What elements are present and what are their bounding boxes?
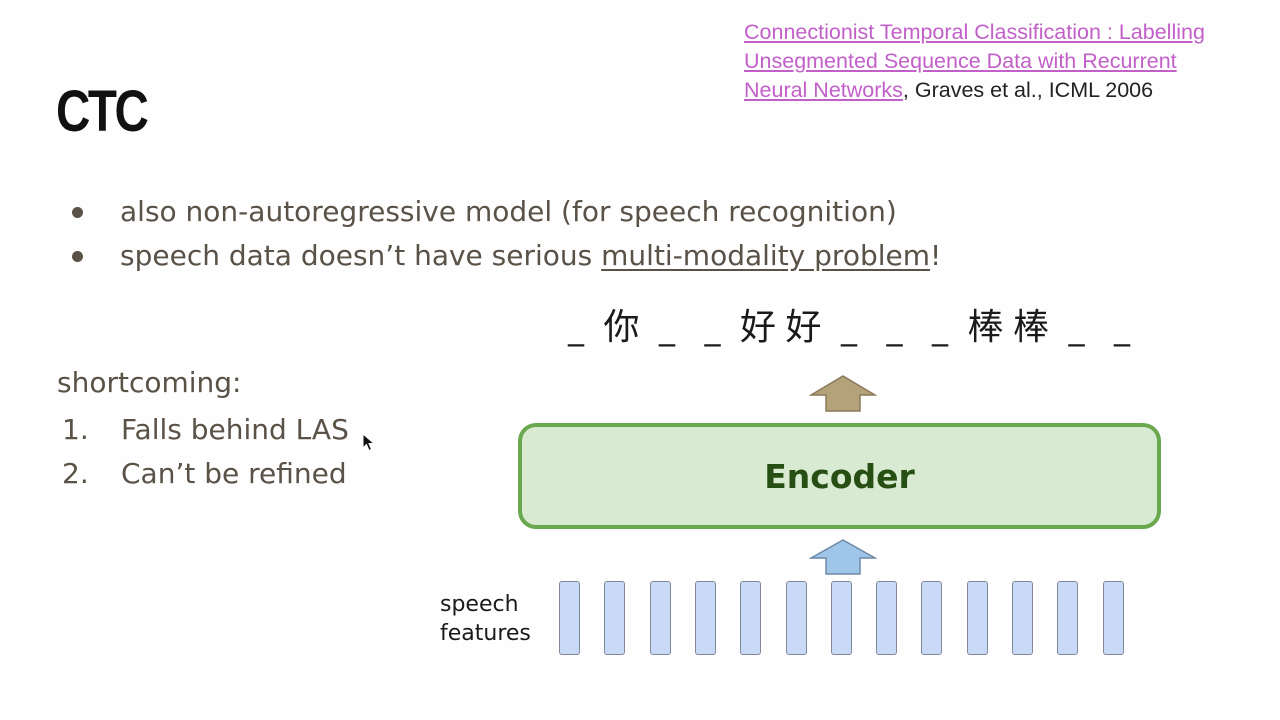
input-arrow-icon xyxy=(809,539,877,575)
encoder-label: Encoder xyxy=(764,456,915,496)
shortcoming-item: 1. Falls behind LAS xyxy=(62,408,349,452)
item-number: 1. xyxy=(62,413,89,446)
feature-vector xyxy=(921,581,943,655)
feature-vector xyxy=(740,581,762,655)
item-text: Can’t be refined xyxy=(121,457,347,490)
feature-vector xyxy=(785,581,807,655)
paper-reference: Connectionist Temporal Classification : … xyxy=(744,18,1264,105)
feature-vector xyxy=(876,581,898,655)
item-number: 2. xyxy=(62,457,89,490)
feature-vector xyxy=(649,581,671,655)
output-arrow-icon xyxy=(809,375,877,412)
output-token: _ xyxy=(1068,309,1085,347)
output-token: _ xyxy=(568,309,584,347)
bullet-dot-icon xyxy=(72,207,83,218)
item-text: Falls behind LAS xyxy=(121,413,349,446)
slide: CTC Connectionist Temporal Classificatio… xyxy=(0,0,1280,720)
output-token: 你 xyxy=(603,307,640,348)
slide-title: CTC xyxy=(56,79,149,144)
feature-vector xyxy=(694,581,716,655)
output-token: 好 xyxy=(785,307,822,348)
bullet-underlined-phrase: multi-modality problem xyxy=(601,239,931,272)
feature-vector xyxy=(1012,581,1033,655)
output-token: 棒 xyxy=(1012,307,1049,348)
shortcoming-heading: shortcoming: xyxy=(57,366,242,399)
bullet-item: speech data doesn’t have serious multi-m… xyxy=(68,234,941,278)
bullet-text: also non-autoregressive model (for speec… xyxy=(120,195,897,228)
output-token: _ xyxy=(886,309,903,347)
bullet-dot-icon xyxy=(72,251,83,262)
shortcoming-list: 1. Falls behind LAS 2. Can’t be refined xyxy=(62,408,349,496)
feature-vector xyxy=(604,581,626,655)
output-token: _ xyxy=(932,309,948,347)
output-token-sequence: _ 你 _ _ 好好 _ _ _ 棒棒 _ _ xyxy=(556,302,1136,358)
feature-vector xyxy=(966,581,988,655)
shortcoming-item: 2. Can’t be refined xyxy=(62,452,349,496)
output-token: _ xyxy=(1114,309,1130,347)
output-token: _ xyxy=(659,309,675,347)
speech-features-label: speech features xyxy=(440,592,531,646)
bullet-list: also non-autoregressive model (for speec… xyxy=(68,190,941,278)
output-token: _ xyxy=(841,309,857,347)
encoder-block: Encoder xyxy=(518,423,1161,529)
bullet-text-suffix: ! xyxy=(930,239,942,272)
bullet-item: also non-autoregressive model (for speec… xyxy=(68,190,941,234)
feature-vector xyxy=(1102,581,1124,655)
output-token: 好 xyxy=(739,307,776,348)
output-token: _ xyxy=(704,309,721,347)
feature-vector xyxy=(830,581,852,655)
bullet-text-prefix: speech data doesn’t have serious xyxy=(120,239,602,272)
citation-text: , Graves et al., ICML 2006 xyxy=(902,78,1154,102)
feature-vector xyxy=(1057,581,1079,655)
mouse-cursor-icon xyxy=(362,433,376,452)
output-token: 棒 xyxy=(967,307,1004,348)
feature-vector xyxy=(559,581,580,655)
